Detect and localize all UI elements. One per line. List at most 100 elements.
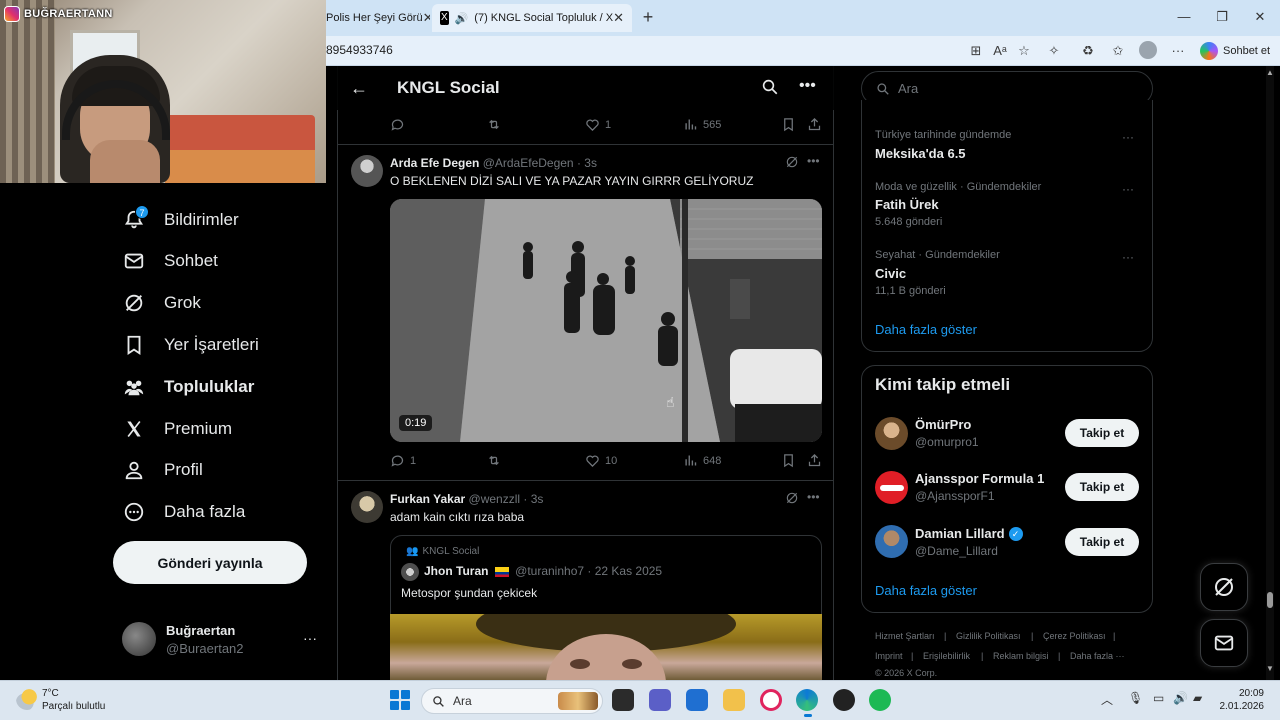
tweet-more-icon[interactable]: ••• <box>807 154 820 168</box>
new-tab-icon[interactable]: + <box>638 8 658 28</box>
footer-link[interactable]: Daha fazla ··· <box>1070 651 1125 661</box>
favorites-icon[interactable]: ✩ <box>1108 41 1128 61</box>
store-icon[interactable] <box>686 689 708 711</box>
tweet-author[interactable]: Furkan Yakar @wenzzll · 3s <box>390 492 543 506</box>
views-button[interactable]: 565 <box>683 117 721 132</box>
avatar[interactable] <box>875 525 908 558</box>
profile-avatar-icon[interactable] <box>1138 41 1158 61</box>
start-button[interactable] <box>390 690 410 710</box>
show-more-trends-link[interactable]: Daha fazla göster <box>875 322 977 337</box>
footer-link[interactable]: Reklam bilgisi <box>993 651 1049 661</box>
scroll-down-icon[interactable]: ▼ <box>1266 664 1274 673</box>
nav-item-grok[interactable]: Grok <box>122 288 201 318</box>
display-icon[interactable]: ▭ <box>1153 691 1164 705</box>
follow-button[interactable]: Takip et <box>1065 528 1139 556</box>
like-button[interactable]: 1 <box>585 117 611 132</box>
quoted-image[interactable] <box>390 596 822 720</box>
bookmark-icon[interactable] <box>781 453 796 468</box>
trend-title[interactable]: Meksika'da 6.5 <box>875 146 966 161</box>
trend-more-icon[interactable]: ··· <box>1122 182 1134 196</box>
extensions-icon[interactable]: ✧ <box>1044 41 1064 61</box>
avatar[interactable] <box>351 155 383 187</box>
taskbar-search[interactable]: Ara <box>421 688 603 714</box>
edge-icon[interactable] <box>796 689 818 711</box>
footer-link[interactable]: Çerez Politikası <box>1043 631 1106 641</box>
messages-fab-button[interactable] <box>1200 619 1248 667</box>
browser-tab[interactable]: Polis Her Şeyi Görü ✕ <box>318 4 430 32</box>
tweet-video[interactable] <box>390 199 822 442</box>
speaker-icon[interactable]: 🔊 <box>455 12 469 25</box>
volume-icon[interactable]: 🔊 <box>1173 691 1188 705</box>
nav-item-bookmarks[interactable]: Yer İşaretleri <box>122 330 259 360</box>
nav-item-profile[interactable]: Profil <box>122 455 203 485</box>
browser-tab-active[interactable]: X 🔊 (7) KNGL Social Topluluk / X ✕ <box>432 4 632 32</box>
url-field[interactable]: 8954933746 <box>326 43 393 57</box>
nav-item-more[interactable]: Daha fazla <box>122 497 245 527</box>
search-icon[interactable] <box>761 78 779 101</box>
suggested-user-name[interactable]: ÖmürPro <box>915 417 971 432</box>
weather-description[interactable]: Parçalı bulutlu <box>42 701 105 712</box>
trend-title[interactable]: Civic <box>875 266 906 281</box>
steam-icon[interactable] <box>833 689 855 711</box>
share-icon[interactable] <box>807 453 822 468</box>
scrollbar[interactable] <box>1266 66 1274 680</box>
footer-link[interactable]: Imprint <box>875 651 903 661</box>
grok-analyze-icon[interactable] <box>785 155 799 172</box>
tab-close-icon[interactable]: ✕ <box>423 10 430 26</box>
teams-icon[interactable] <box>649 689 671 711</box>
trend-more-icon[interactable]: ··· <box>1122 130 1134 144</box>
nav-item-chat[interactable]: Sohbet <box>122 246 218 276</box>
grok-analyze-icon[interactable] <box>785 491 799 508</box>
window-close-icon[interactable]: ✕ <box>1250 8 1270 28</box>
tab-close-icon[interactable]: ✕ <box>613 10 624 26</box>
weather-icon[interactable] <box>16 688 38 710</box>
bookmark-icon[interactable] <box>781 117 796 132</box>
share-icon[interactable] <box>807 117 822 132</box>
follow-button[interactable]: Takip et <box>1065 473 1139 501</box>
tweet-more-icon[interactable]: ••• <box>807 490 820 504</box>
battery-icon[interactable]: ▰ <box>1193 691 1202 705</box>
retweet-icon[interactable] <box>486 453 502 468</box>
tray-chevron-icon[interactable]: ︿ <box>1101 691 1113 708</box>
scrollbar-thumb[interactable] <box>1267 592 1273 608</box>
spotify-icon[interactable] <box>869 689 891 711</box>
clock-date[interactable]: 2.01.2026 <box>1218 701 1265 712</box>
views-button[interactable]: 648 <box>683 453 721 468</box>
avatar[interactable] <box>351 491 383 523</box>
favorite-star-icon[interactable]: ☆ <box>1014 41 1034 61</box>
suggested-user-name[interactable]: Ajansspor Formula 1 <box>915 471 1044 486</box>
tweet-author[interactable]: Arda Efe Degen @ArdaEfeDegen · 3s <box>390 156 597 170</box>
read-aloud-icon[interactable]: Aᵃ <box>990 41 1010 61</box>
profile-name[interactable]: Buğraertan <box>166 623 235 638</box>
clock-time[interactable]: 20:09 <box>1236 688 1264 699</box>
scroll-up-icon[interactable]: ▲ <box>1266 68 1274 77</box>
post-button[interactable]: Gönderi yayınla <box>113 541 307 584</box>
like-button[interactable]: 10 <box>585 453 617 468</box>
browser-menu-icon[interactable]: ··· <box>1168 41 1188 61</box>
back-arrow-icon[interactable]: ← <box>350 78 368 99</box>
apps-icon[interactable]: ⊞ <box>966 41 986 61</box>
microphone-icon[interactable]: 🎙 <box>1128 691 1143 705</box>
task-view-icon[interactable] <box>612 689 634 711</box>
file-explorer-icon[interactable] <box>723 689 745 711</box>
opera-icon[interactable] <box>760 689 782 711</box>
footer-link[interactable]: Gizlilik Politikası <box>956 631 1021 641</box>
copilot-button[interactable]: Sohbet et <box>1200 40 1270 62</box>
reply-icon[interactable] <box>390 117 405 132</box>
retweet-icon[interactable] <box>486 117 502 132</box>
reply-button[interactable]: 1 <box>390 453 416 468</box>
avatar[interactable] <box>401 563 419 581</box>
trend-title[interactable]: Fatih Ürek <box>875 197 939 212</box>
footer-link[interactable]: Erişilebilirlik <box>923 651 970 661</box>
weather-temperature[interactable]: 7°C <box>42 688 59 699</box>
suggested-user-name[interactable]: Damian Lillard ✓ <box>915 526 1023 541</box>
more-options-icon[interactable]: ••• <box>799 77 816 95</box>
performance-icon[interactable]: ♻ <box>1078 41 1098 61</box>
trend-more-icon[interactable]: ··· <box>1122 250 1134 264</box>
footer-link[interactable]: Hizmet Şartları <box>875 631 935 641</box>
follow-button[interactable]: Takip et <box>1065 419 1139 447</box>
avatar[interactable] <box>122 622 156 656</box>
restore-icon[interactable]: ❐ <box>1212 8 1232 28</box>
account-menu-icon[interactable]: ··· <box>303 630 317 646</box>
quoted-author[interactable]: Jhon Turan @turaninho7 · 22 Kas 2025 <box>424 564 662 578</box>
